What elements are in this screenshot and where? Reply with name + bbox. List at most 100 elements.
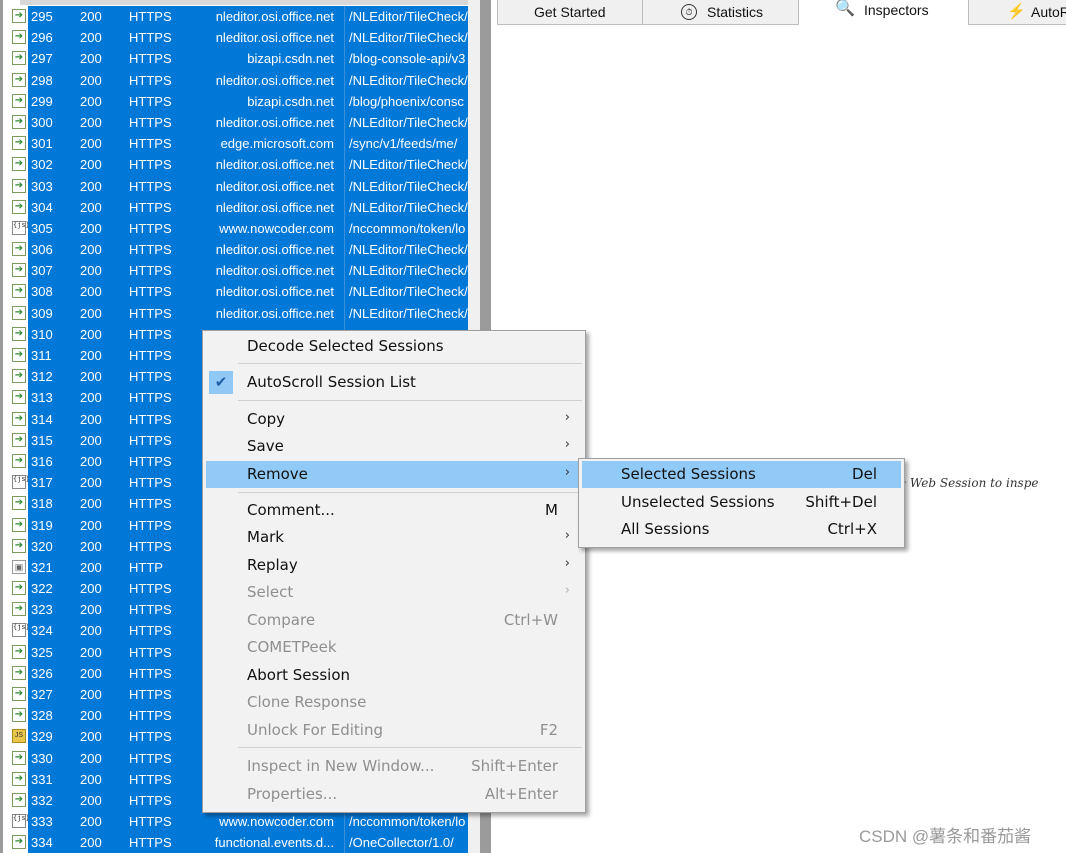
menu-item-label: Inspect in New Window... [247,757,435,775]
menu-item-unlock-for-editing[interactable]: Unlock For Editing F2 [206,717,582,744]
session-host-cell: nleditor.osi.office.net [215,199,334,215]
session-row[interactable]: ➔ 295 200 HTTPS nleditor.osi.office.net/NLEd… [8,6,468,28]
session-row[interactable]: ➔ 302 200 HTTPS nleditor.osi.office.net/NLEd… [8,154,468,176]
session-row[interactable]: ➔ 300 200 HTTPS nleditor.osi.office.net/NLEd… [8,111,468,134]
session-row[interactable]: ➔ 301 200 HTTPS edge.microsoft.com/sync/v1/f… [8,133,468,155]
session-result-cell: 200 [80,835,102,851]
column-divider [344,302,345,324]
session-row[interactable]: ➔ 306 200 HTTPS nleditor.osi.office.net/NLEd… [8,239,468,261]
lightning-icon: ⚡ [1007,3,1026,20]
session-protocol-cell: HTTPS [129,178,172,194]
session-id-cell: 314 [31,411,53,427]
tab-inspectors-label: Inspectors [864,2,929,18]
session-row[interactable]: ➔ 296 200 HTTPS nleditor.osi.office.net/NLEd… [8,27,468,49]
submenu-item-all-sessions[interactable]: All Sessions Ctrl+X [582,516,901,543]
left-edge [0,0,3,853]
session-url-cell: /NLEditor/TileCheck/ [349,284,468,300]
session-result-cell: 200 [80,263,102,279]
session-row[interactable]: ➔ 299 200 HTTPS bizapi.csdn.net/blog/phoenix… [8,90,468,112]
session-id-cell: 298 [31,72,53,88]
menu-item-replay[interactable]: Replay › [206,552,582,579]
session-protocol-cell: HTTPS [129,93,172,109]
session-id-cell: 326 [31,665,53,681]
menu-item-select[interactable]: Select › [206,579,582,606]
session-id-cell: 301 [31,136,53,152]
session-url-cell: /NLEditor/TileCheck/ [349,72,468,88]
session-protocol-cell: HTTPS [129,242,172,258]
menu-item-decode-selected-sessions[interactable]: Decode Selected Sessions [206,333,582,360]
session-result-cell: 200 [80,305,102,321]
menu-item-autoscroll-session-list[interactable]: ✔ AutoScroll Session List [206,369,582,396]
lock-icon: ▣ [12,559,26,574]
menu-item-compare[interactable]: Compare Ctrl+W [206,607,582,634]
session-id-cell: 295 [31,9,53,24]
session-result-cell: 200 [80,602,102,618]
menu-item-inspect-in-new-window[interactable]: Inspect in New Window... Shift+Enter [206,753,582,780]
session-row[interactable]: ➔ 304 200 HTTPS nleditor.osi.office.net/NLEd… [8,196,468,218]
column-divider [344,239,345,261]
session-row[interactable]: ➔ 298 200 HTTPS nleditor.osi.office.net/NLEd… [8,69,468,91]
session-url-cell: /NLEditor/TileCheck/ [349,9,468,24]
session-row[interactable]: {js} 333 200 HTTPS www.nowcoder.com/nccommon… [8,811,468,833]
session-row-cells: 304 200 HTTPS nleditor.osi.office.net/NLEdi… [28,196,468,218]
session-row-cells: 299 200 HTTPS bizapi.csdn.net/blog/phoenix/… [28,90,468,112]
session-url-cell: /blog/phoenix/consc [349,93,464,109]
tab-get-started[interactable]: Get Started [497,0,643,25]
session-result-cell: 200 [80,792,102,808]
tab-statistics[interactable]: ⏱ Statistics [642,0,799,25]
session-protocol-cell: HTTPS [129,390,172,406]
session-id-cell: 324 [31,623,53,639]
menu-item-copy[interactable]: Copy › [206,406,582,433]
session-host-cell: nleditor.osi.office.net [215,178,334,194]
submenu-item-unselected-sessions[interactable]: Unselected Sessions Shift+Del [582,489,901,516]
session-id-cell: 318 [31,496,53,512]
menu-item-shortcut: Ctrl+W [503,611,558,629]
response-arrow-icon: ➔ [12,432,26,447]
column-divider [344,90,345,112]
column-divider [344,133,345,155]
menu-item-shortcut: Shift+Enter [471,757,558,775]
menu-item-remove[interactable]: Remove › [206,461,582,488]
checkmark-icon: ✔ [209,371,233,394]
session-result-cell: 200 [80,581,102,597]
session-protocol-cell: HTTPS [129,771,172,787]
menu-item-abort-session[interactable]: Abort Session [206,662,582,689]
column-divider [344,111,345,134]
menu-item-comment[interactable]: Comment... M [206,497,582,524]
response-arrow-icon: ➔ [12,708,26,723]
session-row[interactable]: ➔ 307 200 HTTPS nleditor.osi.office.net/NLEd… [8,260,468,282]
response-arrow-icon: ➔ [12,114,26,129]
response-arrow-icon: ➔ [12,602,26,617]
tab-autoresponder[interactable]: ⚡ AutoR [968,0,1066,25]
menu-item-label: AutoScroll Session List [247,373,416,391]
menu-item-label: Replay [247,556,298,574]
submenu-item-selected-sessions[interactable]: Selected Sessions Del [582,461,901,488]
menu-item-mark[interactable]: Mark › [206,524,582,551]
tab-inspectors[interactable]: 🔍 Inspectors [821,0,957,25]
session-row[interactable]: ➔ 297 200 HTTPS bizapi.csdn.net/blog-console… [8,48,468,70]
session-row[interactable]: {js} 305 200 HTTPS www.nowcoder.com/nccommon… [8,217,468,240]
column-divider [344,6,345,28]
menu-item-cometpeek[interactable]: COMETPeek [206,634,582,661]
session-protocol-cell: HTTPS [129,814,172,830]
session-row[interactable]: ➔ 308 200 HTTPS nleditor.osi.office.net/NLEd… [8,281,468,303]
menu-item-label: Abort Session [247,666,351,684]
response-arrow-icon: ➔ [12,326,26,341]
session-id-cell: 331 [31,771,53,787]
session-protocol-cell: HTTPS [129,665,172,681]
menu-item-clone-response[interactable]: Clone Response [206,689,582,716]
session-row[interactable]: ➔ 334 200 HTTPS functional.events.d... /OneCo… [8,832,468,853]
menu-item-save[interactable]: Save › [206,433,582,460]
session-protocol-cell: HTTPS [129,348,172,363]
session-row[interactable]: ➔ 303 200 HTTPS nleditor.osi.office.net/NLEd… [8,175,468,197]
json-icon: {js} [12,220,30,235]
session-result-cell: 200 [80,687,102,702]
session-row-cells: 309 200 HTTPS nleditor.osi.office.net/NLEdi… [28,302,468,324]
menu-item-properties[interactable]: Properties... Alt+Enter [206,781,582,808]
session-protocol-cell: HTTPS [129,517,172,533]
session-result-cell: 200 [80,771,102,787]
session-row[interactable]: ➔ 309 200 HTTPS nleditor.osi.office.net/NLEd… [8,302,468,324]
inspector-hint-text: e Web Session to inspe [899,476,1039,490]
response-arrow-icon: ➔ [12,30,26,45]
menu-item-label: Decode Selected Sessions [247,337,444,355]
